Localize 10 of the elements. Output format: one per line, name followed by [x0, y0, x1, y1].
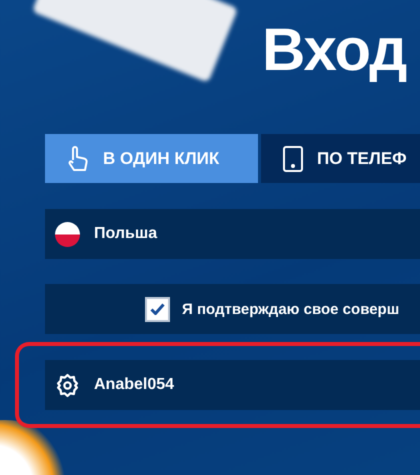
checkmark-icon	[150, 303, 165, 315]
login-tab[interactable]: ПО ТЕЛЕФ	[261, 134, 420, 183]
confirm-checkbox[interactable]	[145, 296, 170, 322]
gear-icon	[55, 372, 80, 398]
tablet-icon	[283, 146, 303, 172]
poland-flag-icon	[55, 222, 80, 246]
page-title: Вход	[262, 15, 406, 85]
confirm-label: Я подтверждаю свое соверш	[182, 300, 400, 318]
username-field: Anabel054	[45, 360, 420, 410]
country-select[interactable]: Польша	[45, 209, 420, 259]
